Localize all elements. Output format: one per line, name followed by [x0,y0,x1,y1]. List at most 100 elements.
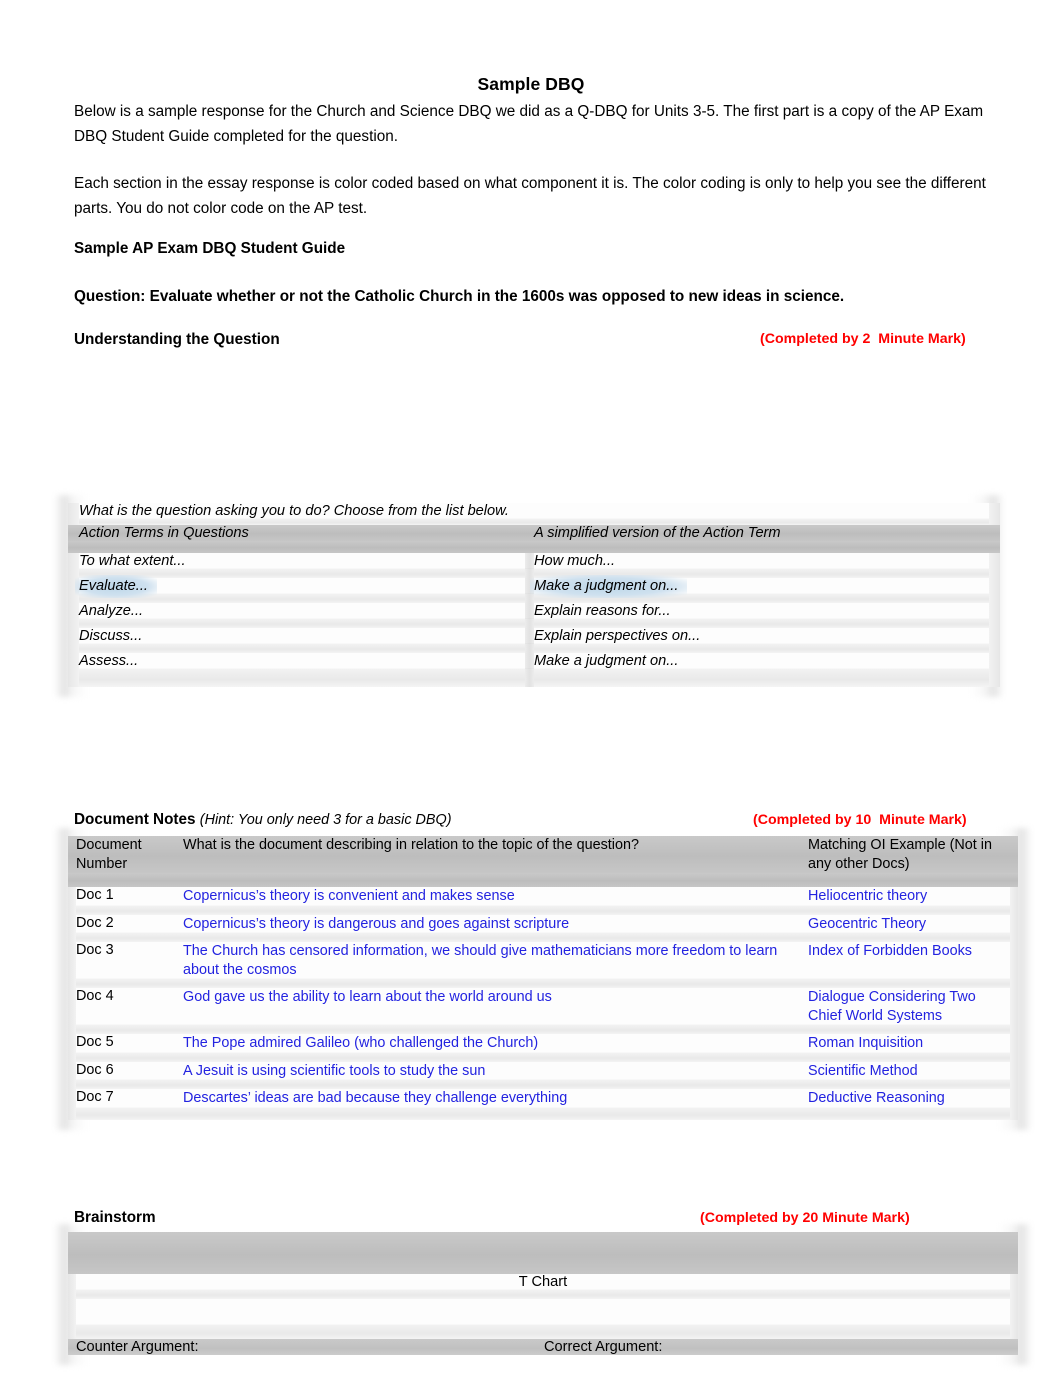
left-pad [68,1052,76,1062]
dbq-question: Question: Evaluate whether or not the Ca… [74,288,845,305]
column-split [525,525,534,541]
t-chart-blank-row [76,1299,1010,1325]
right-pad [1010,914,1018,933]
left-pad [68,887,76,906]
right-pad [1010,1325,1018,1339]
doc-description-1: Copernicus’s theory is dangerous and goe… [183,914,808,933]
row-gutter [68,1052,1018,1062]
completed-by-20-minute-mark: (Completed by 20 Minute Mark) [700,1210,910,1226]
left-pad [68,1034,76,1053]
column-split [525,603,534,619]
right-pad [1010,873,1018,887]
table-row: To what extent... How much... [68,553,1001,569]
table-row: Evaluate... Make a judgment on... [68,575,1001,598]
right-pad [1010,979,1018,988]
brainstorm-heading: Brainstorm [74,1209,156,1226]
action-term-3: Discuss... [79,628,525,644]
action-term-label: Discuss... [79,628,143,644]
left-pad [68,1232,76,1274]
header-simplified-version: A simplified version of the Action Term [534,525,990,541]
counter-argument-label: Counter Argument: [76,1339,534,1355]
header-description: What is the document describing in relat… [183,836,808,873]
simplified-term-label: Explain perspectives on... [534,628,701,644]
row-gutter [68,873,1018,887]
understanding-the-question-heading: Understanding the Question [74,331,280,348]
doc-description-6: Descartes’ ideas are bad because they ch… [183,1089,808,1108]
student-guide-heading: Sample AP Exam DBQ Student Guide [74,240,346,257]
left-pad [68,988,76,1025]
doc-number-5: Doc 6 [76,1061,183,1080]
t-chart-title: T Chart [76,1274,1010,1290]
doc-description-0: Copernicus’s theory is convenient and ma… [183,887,808,906]
correct-argument-label: Correct Argument: [544,1339,1010,1355]
doc-description-5: A Jesuit is using scientific tools to st… [183,1061,808,1080]
simplified-term-label-highlighted: Make a judgment on... [530,575,688,598]
row-gutter [68,541,1001,553]
completed-by-2-minute-mark: (Completed by 2 Minute Mark) [760,331,966,347]
doc-oi-3: Dialogue Considering Two Chief World Sys… [808,988,1010,1025]
simplified-term-3: Explain perspectives on... [534,628,990,644]
left-pad [68,653,79,669]
right-pad [1010,1089,1018,1108]
left-pad [68,914,76,933]
doc-description-4: The Pope admired Galileo (who challenged… [183,1034,808,1053]
completed-by-10-minute-mark: (Completed by 10 Minute Mark) [753,812,967,828]
left-pad [68,1339,76,1355]
table-row: Doc 2 Copernicus’s theory is dangerous a… [68,914,1018,933]
gutter [525,644,534,653]
row-gutter [68,979,1018,988]
action-term-label: Analyze... [79,603,144,619]
right-pad [989,669,1001,687]
right-pad [1010,1232,1018,1274]
document-notes-label: Document Notes [74,811,196,828]
gutter [79,644,525,653]
left-pad [68,541,79,553]
right-pad [1010,1274,1018,1290]
action-term-label: Assess... [79,653,139,669]
left-pad [68,603,79,619]
right-pad [989,619,1001,628]
right-pad [1010,1299,1018,1325]
header-action-terms: Action Terms in Questions [79,525,525,541]
left-pad [68,1107,76,1120]
right-pad [1010,1034,1018,1053]
gutter [76,873,1010,887]
action-term-1: Evaluate... [75,575,525,598]
gutter [76,933,1010,942]
row-gutter [68,933,1018,942]
left-pad [68,669,79,687]
gutter [76,1052,1010,1062]
row-gutter [68,669,1001,687]
left-pad [68,1089,76,1108]
right-pad [1010,836,1018,873]
doc-number-6: Doc 7 [76,1089,183,1108]
simplified-term-4: Make a judgment on... [534,653,990,669]
table-row: Doc 4 God gave us the ability to learn a… [68,988,1018,1025]
document-notes-heading: Document Notes (Hint: You only need 3 fo… [74,811,452,829]
table-row: What is the question asking you to do? C… [68,503,1001,519]
header-document-number: Document Number [76,836,183,873]
gutter [534,619,990,628]
row-gutter [68,1290,1018,1299]
left-pad [68,942,76,979]
simplified-term-1: Make a judgment on... [530,575,990,598]
right-pad [989,603,1001,619]
table-row: Doc 7 Descartes’ ideas are bad because t… [68,1089,1018,1108]
gutter [76,905,1010,915]
simplified-term-label: Make a judgment on... [534,653,679,669]
action-term-4: Assess... [79,653,525,669]
header-matching-oi-example: Matching OI Example (Not in any other Do… [808,836,1010,873]
document-notes-table: Document Number What is the document des… [68,836,1018,1120]
intro-paragraph-2: Each section in the essay response is co… [74,175,986,217]
row-gutter [68,905,1018,915]
gutter [525,669,534,687]
right-pad [989,553,1001,569]
right-pad [1010,1080,1018,1089]
right-pad [989,541,1001,553]
right-pad [1010,1052,1018,1062]
gutter [79,619,525,628]
left-pad [68,619,79,628]
doc-number-3: Doc 4 [76,988,183,1025]
gutter [76,979,1010,988]
gutter [76,1290,1010,1299]
